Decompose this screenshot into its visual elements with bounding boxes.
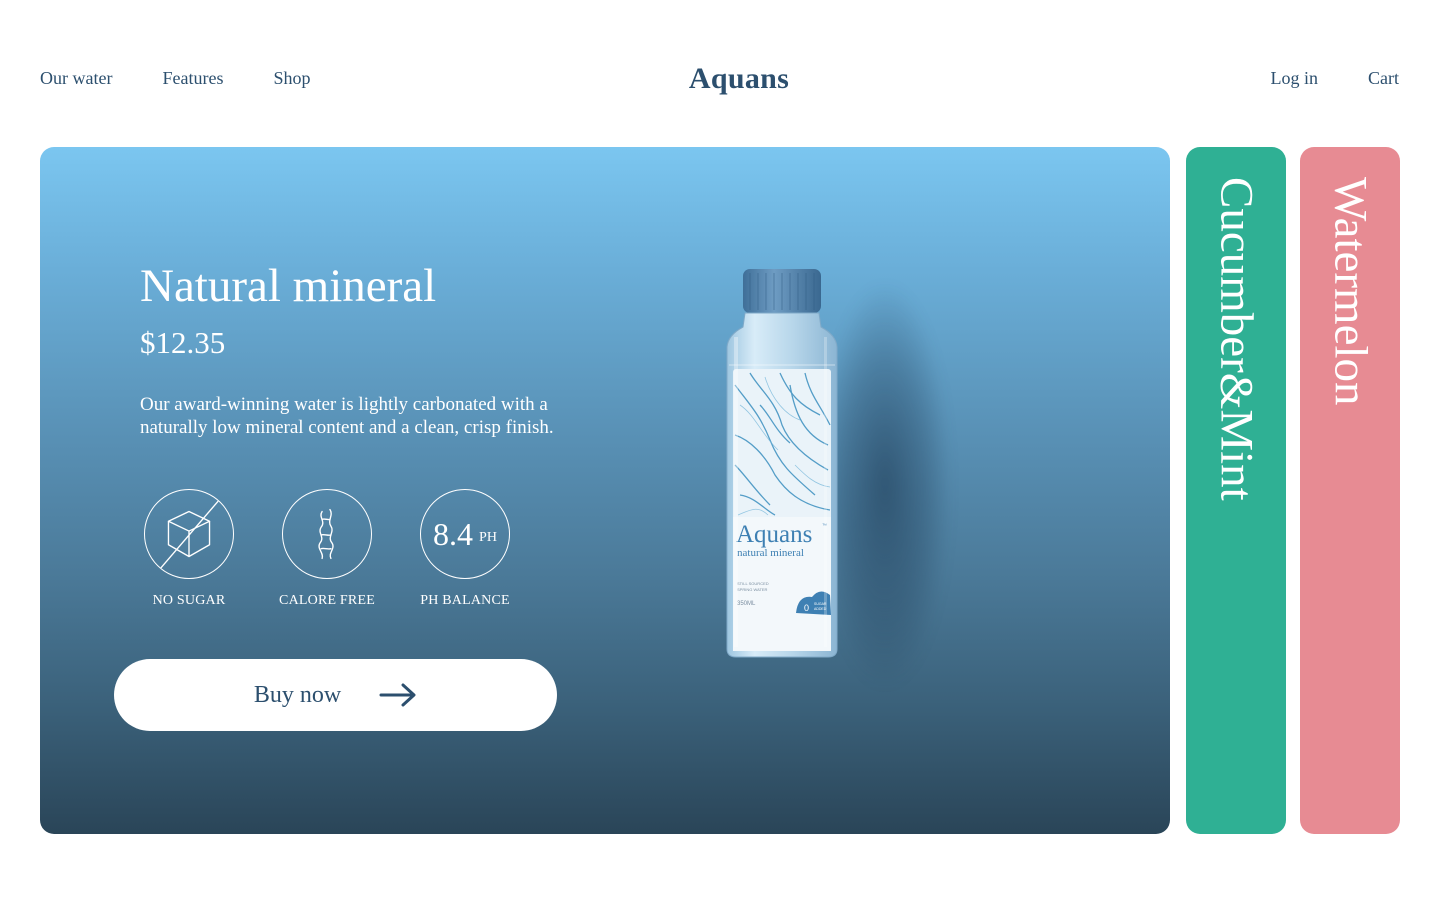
product-description: Our award-winning water is lightly carbo… xyxy=(140,394,554,438)
product-bottle-image: Aquans ™ natural mineral STILL SOURCED S… xyxy=(720,265,960,695)
feature-calorie-free: CALORE FREE xyxy=(279,489,375,609)
product-price: $12.35 xyxy=(140,325,226,360)
feature-label: NO SUGAR xyxy=(152,593,226,608)
feature-label: CALORE FREE xyxy=(279,593,375,608)
nav-link-cart[interactable]: Cart xyxy=(1368,68,1399,89)
feature-list: NO SUGAR CALORE FREE 8.4 PH PH BALANCE xyxy=(144,489,510,609)
brand-logo[interactable]: Aquans xyxy=(0,62,1440,96)
flavor-tab-label-wrap: Cucumber&Mint xyxy=(1186,177,1286,501)
nav-link-login[interactable]: Log in xyxy=(1271,68,1319,89)
no-sugar-cube-icon xyxy=(144,489,234,579)
calorie-free-icon xyxy=(282,489,372,579)
product-title: Natural mineral xyxy=(140,260,437,312)
flavor-tab-cucumber-mint[interactable]: Cucumber&Mint xyxy=(1186,147,1286,834)
nav-right-links: Log in Cart xyxy=(1271,68,1400,89)
top-nav: Our water Features Shop Aquans Log in Ca… xyxy=(0,0,1440,150)
arrow-right-icon xyxy=(379,683,416,707)
ph-value: 8.4 xyxy=(433,515,474,552)
ph-value-badge: 8.4 PH xyxy=(420,489,510,579)
svg-text:350ML: 350ML xyxy=(737,601,756,607)
feature-ph-balance: 8.4 PH PH BALANCE xyxy=(420,489,510,609)
svg-text:STILL SOURCED: STILL SOURCED xyxy=(737,581,769,586)
svg-text:Aquans: Aquans xyxy=(736,521,812,548)
flavor-tab-label-wrap: Watermelon xyxy=(1300,177,1400,406)
hero-card: Natural mineral $12.35 Our award-winning… xyxy=(40,147,1170,834)
bottle-icon: Aquans ™ natural mineral STILL SOURCED S… xyxy=(726,269,838,658)
buy-now-button[interactable]: Buy now xyxy=(114,659,557,731)
flavor-tab-label: Watermelon xyxy=(1324,177,1377,406)
svg-text:0: 0 xyxy=(804,603,809,613)
flavor-tab-label: Cucumber&Mint xyxy=(1210,177,1263,501)
feature-no-sugar: NO SUGAR xyxy=(144,489,234,609)
svg-text:SPRING WATER: SPRING WATER xyxy=(737,587,768,592)
svg-text:natural mineral: natural mineral xyxy=(737,547,804,559)
ph-unit: PH xyxy=(479,530,497,545)
feature-label: PH BALANCE xyxy=(420,593,510,608)
flavor-tab-watermelon[interactable]: Watermelon xyxy=(1300,147,1400,834)
buy-now-label: Buy now xyxy=(253,681,342,708)
